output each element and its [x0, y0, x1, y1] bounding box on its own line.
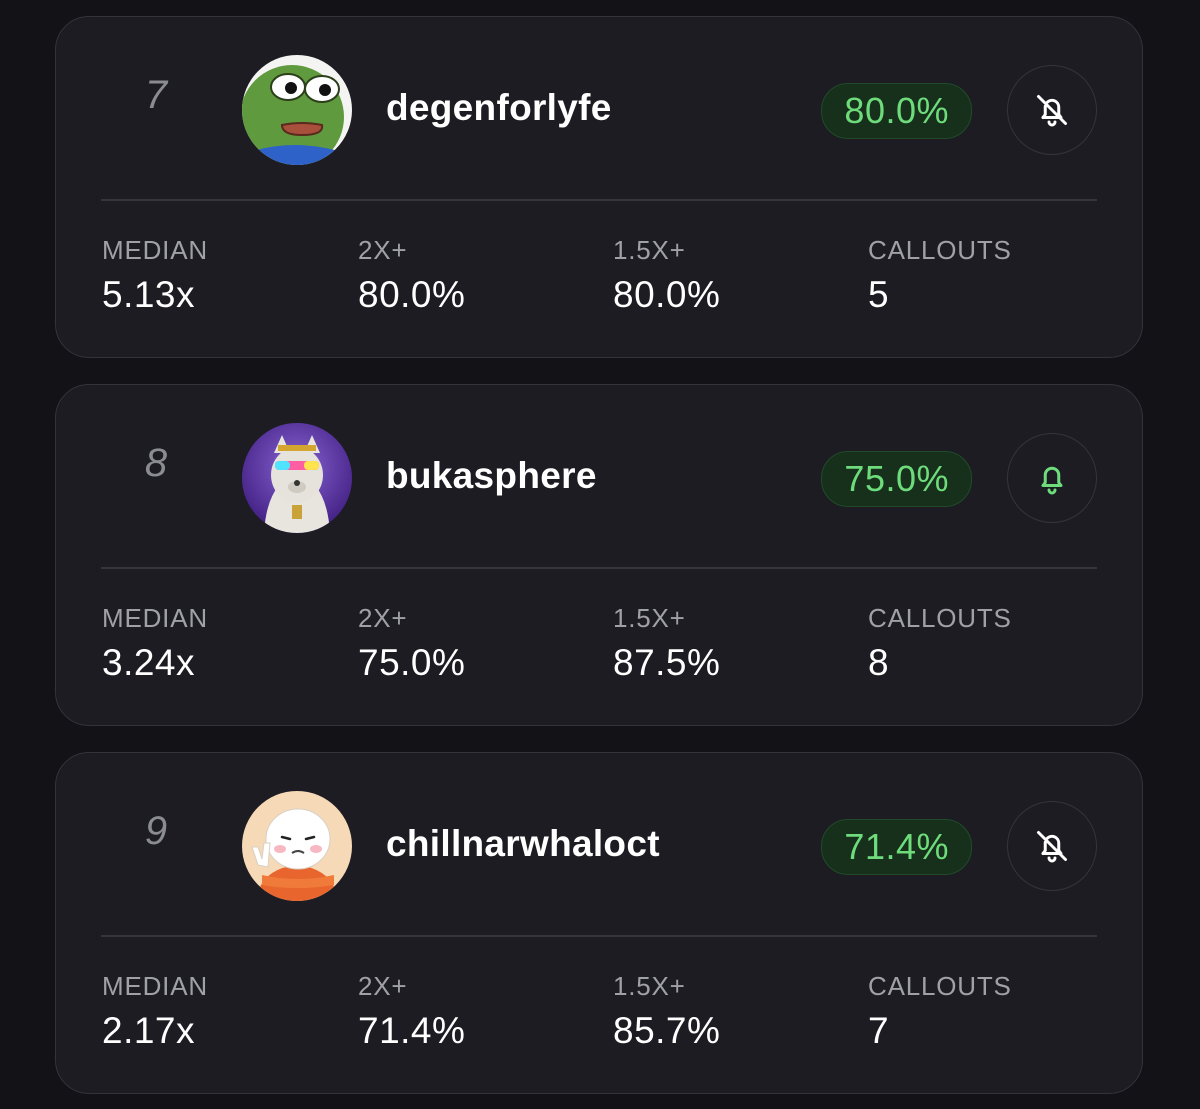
rank-number: 8 — [144, 441, 168, 485]
stat-1-5x: 1.5X+ 85.7% — [613, 971, 720, 1052]
bell-off-icon — [1037, 831, 1067, 863]
card-divider — [101, 935, 1097, 937]
stat-label: MEDIAN — [102, 235, 208, 265]
card-divider — [101, 567, 1097, 569]
win-rate-badge: 80.0% — [821, 83, 972, 139]
username[interactable]: chillnarwhaloct — [386, 823, 660, 865]
husky-dog-avatar[interactable] — [242, 423, 352, 533]
stat-label: CALLOUTS — [868, 603, 1012, 633]
leaderboard-card[interactable]: 7 degenforlyfe 80.0% MEDIAN 5.13x 2X+ 80… — [55, 16, 1143, 358]
stat-label: 2X+ — [358, 971, 408, 1001]
username[interactable]: bukasphere — [386, 455, 597, 497]
stat-callouts: CALLOUTS 8 — [868, 603, 1012, 684]
stat-value: 85.7% — [613, 1010, 721, 1051]
stat-2x: 2X+ 80.0% — [358, 235, 465, 316]
stat-label: 1.5X+ — [613, 603, 686, 633]
stat-1-5x: 1.5X+ 87.5% — [613, 603, 720, 684]
stat-label: 2X+ — [358, 235, 408, 265]
notification-toggle-button[interactable] — [1007, 433, 1097, 523]
stat-label: CALLOUTS — [868, 971, 1012, 1001]
stat-value: 87.5% — [613, 642, 721, 683]
notification-toggle-button[interactable] — [1007, 65, 1097, 155]
stat-value: 3.24x — [102, 642, 196, 683]
win-rate-badge: 71.4% — [821, 819, 972, 875]
stat-value: 80.0% — [358, 274, 466, 315]
stat-value: 71.4% — [358, 1010, 466, 1051]
bell-off-icon — [1037, 95, 1067, 127]
card-divider — [101, 199, 1097, 201]
stat-value: 5 — [868, 274, 890, 315]
cartoon-character-avatar[interactable] — [242, 791, 352, 901]
rank-number: 7 — [144, 73, 168, 117]
leaderboard-card[interactable]: 8 bukasphere 75.0% MEDIAN 3.24x 2X+ 75.0… — [55, 384, 1143, 726]
notification-toggle-button[interactable] — [1007, 801, 1097, 891]
leaderboard-card[interactable]: 9 chillnarwhaloct 71.4% MEDIAN 2.17x 2X+… — [55, 752, 1143, 1094]
stat-value: 5.13x — [102, 274, 196, 315]
stat-value: 7 — [868, 1010, 890, 1051]
stat-median: MEDIAN 2.17x — [102, 971, 208, 1052]
stat-callouts: CALLOUTS 7 — [868, 971, 1012, 1052]
username[interactable]: degenforlyfe — [386, 87, 612, 129]
pepe-frog-avatar[interactable] — [242, 55, 352, 165]
stat-median: MEDIAN 5.13x — [102, 235, 208, 316]
stat-label: 1.5X+ — [613, 235, 686, 265]
stat-label: MEDIAN — [102, 603, 208, 633]
rank-number: 9 — [144, 809, 168, 853]
stat-label: MEDIAN — [102, 971, 208, 1001]
stat-label: CALLOUTS — [868, 235, 1012, 265]
stat-value: 80.0% — [613, 274, 721, 315]
stat-2x: 2X+ 75.0% — [358, 603, 465, 684]
stat-value: 2.17x — [102, 1010, 196, 1051]
stat-median: MEDIAN 3.24x — [102, 603, 208, 684]
win-rate-badge: 75.0% — [821, 451, 972, 507]
stat-2x: 2X+ 71.4% — [358, 971, 465, 1052]
stat-1-5x: 1.5X+ 80.0% — [613, 235, 720, 316]
stat-label: 2X+ — [358, 603, 408, 633]
stat-value: 75.0% — [358, 642, 466, 683]
bell-icon — [1041, 466, 1063, 495]
stat-label: 1.5X+ — [613, 971, 686, 1001]
stat-value: 8 — [868, 642, 890, 683]
stat-callouts: CALLOUTS 5 — [868, 235, 1012, 316]
